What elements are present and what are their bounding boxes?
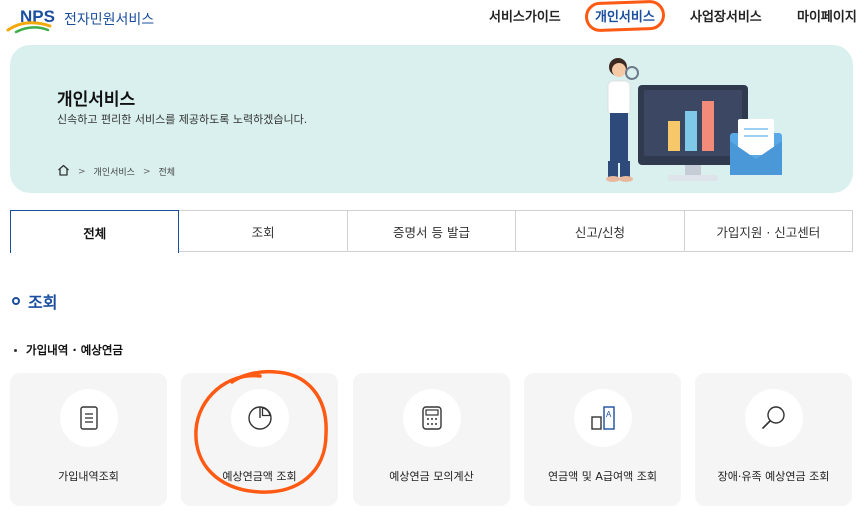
bar-compare-icon: A <box>573 389 632 447</box>
service-card-expected-pension[interactable]: 예상연금액 조회 <box>181 373 338 506</box>
logo-text: 전자민원서비스 <box>64 12 155 28</box>
service-card-pension-simulation[interactable]: 예상연금 모의계산 <box>353 373 510 506</box>
service-card-enrollment[interactable]: 가입내역조회 <box>10 373 167 506</box>
card-label: 가입내역조회 <box>58 470 119 483</box>
card-label: 예상연금액 조회 <box>222 470 297 483</box>
tab-all[interactable]: 전체 <box>10 210 180 253</box>
nav-service-guide[interactable]: 서비스가이드 <box>489 6 561 25</box>
site-header: NPS 전자민원서비스 서비스가이드 개인서비스 사업장서비스 마이페이지 <box>0 0 864 40</box>
tab-report-apply[interactable]: 신고/신청 <box>516 211 685 251</box>
svg-text:A: A <box>606 410 612 419</box>
section-subtitle: 가입내역 · 예상연금 <box>14 342 123 358</box>
section-subtitle-text: 가입내역 · 예상연금 <box>26 343 124 357</box>
section-dot-icon <box>12 297 20 305</box>
tab-support-center[interactable]: 가입지원 · 신고센터 <box>685 211 854 251</box>
bullet-icon <box>14 348 17 352</box>
card-label: 연금액 및 A급여액 조회 <box>547 470 658 483</box>
nps-logo[interactable]: NPS 전자민원서비스 <box>6 5 155 34</box>
pie-chart-icon <box>230 389 289 447</box>
service-card-pension-a-benefit[interactable]: A 연금액 및 A급여액 조회 <box>524 373 681 506</box>
page-description: 신속하고 편리한 서비스를 제공하도록 노력하겠습니다. <box>57 113 308 126</box>
card-label: 예상연금 모의계산 <box>389 470 474 483</box>
section-title: 조회 <box>12 289 57 313</box>
nav-business-service[interactable]: 사업장서비스 <box>690 6 762 25</box>
category-tabs: 전체 조회 증명서 등 발급 신고/신청 가입지원 · 신고센터 <box>10 210 854 253</box>
document-icon <box>59 389 118 447</box>
logo-swoosh-icon <box>6 21 52 34</box>
page-banner: 개인서비스 신속하고 편리한 서비스를 제공하도록 노력하겠습니다. > 개인서… <box>10 45 853 193</box>
service-card-disability-survivor[interactable]: 장애·유족 예상연금 조회 <box>695 373 852 506</box>
section-title-text: 조회 <box>28 293 58 312</box>
tab-inquiry[interactable]: 조회 <box>179 211 348 251</box>
home-icon[interactable] <box>57 164 70 179</box>
card-label: 장애·유족 예상연금 조회 <box>717 470 830 483</box>
breadcrumb-item: 전체 <box>158 168 176 178</box>
logo-mark: NPS <box>6 5 62 34</box>
calculator-icon <box>402 389 461 447</box>
annotation-circle <box>584 0 666 33</box>
tab-certificate[interactable]: 증명서 등 발급 <box>348 211 517 251</box>
magnifier-icon <box>744 389 803 447</box>
chevron-right-icon: > <box>78 166 86 177</box>
breadcrumb: > 개인서비스 > 전체 <box>57 164 175 179</box>
page-title: 개인서비스 <box>57 90 136 110</box>
breadcrumb-item[interactable]: 개인서비스 <box>94 165 135 178</box>
banner-illustration <box>606 58 782 182</box>
nav-mypage[interactable]: 마이페이지 <box>797 6 857 25</box>
chevron-right-icon: > <box>142 166 151 177</box>
